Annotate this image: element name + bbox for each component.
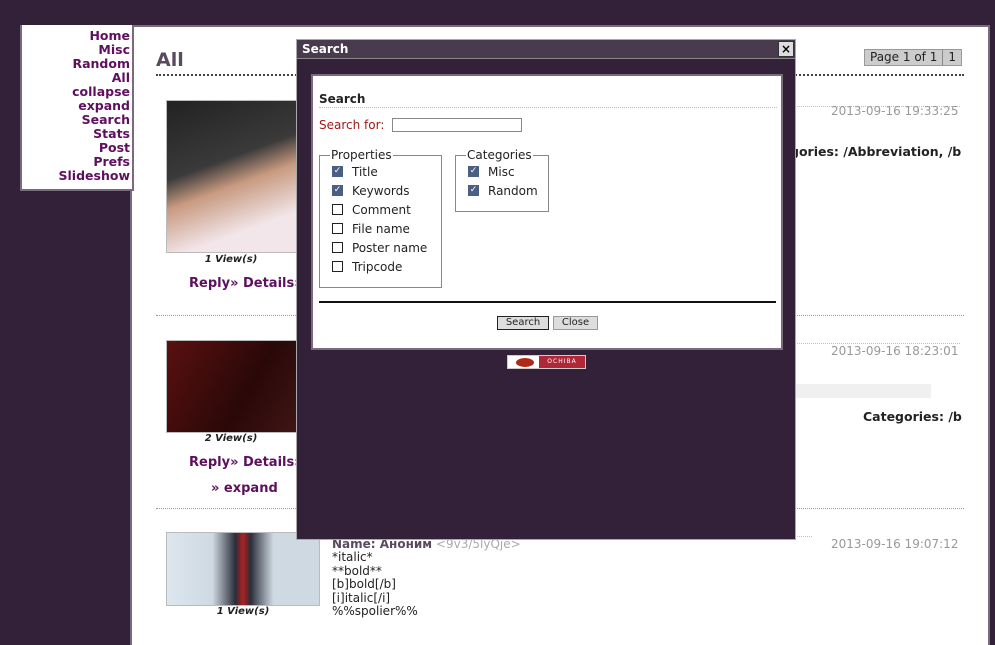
sidebar-item-all[interactable]: All	[22, 71, 130, 85]
properties-checkbox-tripcode[interactable]: Tripcode	[332, 257, 441, 276]
post-date: 2013-09-16 19:07:12	[831, 537, 959, 551]
body-line: [b]bold[/b]	[332, 577, 396, 592]
checkbox-label: Comment	[352, 202, 411, 217]
sidebar-item-stats[interactable]: Stats	[22, 127, 130, 141]
checkbox-unchecked-icon[interactable]	[332, 223, 343, 234]
post-date: 2013-09-16 19:33:25	[831, 104, 959, 118]
view-count: 1 View(s)	[216, 606, 270, 617]
close-icon[interactable]: ×	[778, 41, 794, 57]
search-form: Search Search for: Properties ✓ Title ✓ Key…	[311, 74, 783, 350]
properties-fieldset: Properties ✓ Title ✓ Keywords Comment File na…	[319, 148, 442, 288]
checkbox-label: Tripcode	[352, 259, 403, 274]
reply-details-links[interactable]: Reply» Details»	[189, 276, 303, 291]
heading-divider	[319, 107, 777, 108]
body-line: *italic*	[332, 550, 373, 564]
categories-checkbox-random[interactable]: ✓ Random	[468, 181, 548, 200]
view-count: 2 View(s)	[204, 433, 258, 444]
search-dialog: Search × Search Search for: Properties ✓…	[296, 39, 796, 540]
search-for-label: Search for:	[319, 118, 385, 132]
sidebar-item-slideshow[interactable]: Slideshow	[22, 169, 130, 183]
search-input[interactable]	[392, 118, 522, 132]
leaf-icon	[516, 357, 534, 367]
sidebar-item-prefs[interactable]: Prefs	[22, 155, 130, 169]
pagination: Page 1 of 1 1	[864, 49, 962, 66]
properties-checkbox-title[interactable]: ✓ Title	[332, 162, 441, 181]
ochiba-logo[interactable]: OCHIBA	[507, 355, 586, 369]
sidebar-nav: Home Misc Random All collapse expand Sea…	[20, 25, 134, 191]
categories-checkbox-misc[interactable]: ✓ Misc	[468, 162, 548, 181]
sidebar-item-home[interactable]: Home	[22, 29, 130, 43]
sidebar-item-collapse[interactable]: collapse	[22, 85, 130, 99]
form-divider	[319, 301, 776, 303]
checkbox-unchecked-icon[interactable]	[332, 261, 343, 272]
checkbox-label: File name	[352, 221, 410, 236]
sidebar-item-expand[interactable]: expand	[22, 99, 130, 113]
properties-legend: Properties	[331, 148, 392, 162]
dialog-titlebar[interactable]: Search ×	[297, 40, 795, 59]
checkbox-checked-icon[interactable]: ✓	[332, 166, 343, 177]
post-thumbnail[interactable]	[166, 100, 298, 253]
checkbox-label: Keywords	[352, 183, 410, 198]
sidebar-item-random[interactable]: Random	[22, 57, 130, 71]
dialog-title: Search	[302, 42, 349, 56]
checkbox-label: Misc	[488, 164, 515, 179]
checkbox-unchecked-icon[interactable]	[332, 242, 343, 253]
body-line: **bold**	[332, 563, 382, 578]
properties-checkbox-file-name[interactable]: File name	[332, 219, 441, 238]
checkbox-unchecked-icon[interactable]	[332, 204, 343, 215]
sidebar-item-post[interactable]: Post	[22, 141, 130, 155]
post-thumbnail[interactable]	[166, 340, 298, 433]
post-body: *italic* **bold** [b]bold[/b] [i]italic[…	[332, 550, 418, 619]
page-title: All	[156, 49, 184, 71]
checkbox-label: Poster name	[352, 240, 428, 255]
expand-link[interactable]: » expand	[211, 481, 278, 496]
checkbox-checked-icon[interactable]: ✓	[332, 185, 343, 196]
post-date: 2013-09-16 18:23:01	[831, 344, 959, 358]
post-thumbnail[interactable]	[166, 532, 320, 606]
form-heading: Search	[319, 92, 366, 106]
properties-checkbox-comment[interactable]: Comment	[332, 200, 441, 219]
properties-checkbox-poster-name[interactable]: Poster name	[332, 238, 441, 257]
page-link[interactable]: 1	[943, 50, 961, 65]
reply-details-links[interactable]: Reply» Details»	[189, 455, 303, 470]
checkbox-checked-icon[interactable]: ✓	[468, 185, 479, 196]
search-button[interactable]: Search	[497, 316, 549, 330]
body-line: %%spolier%%	[332, 604, 418, 619]
close-button[interactable]: Close	[553, 316, 598, 330]
sidebar-item-search[interactable]: Search	[22, 113, 130, 127]
categories-legend: Categories	[467, 148, 532, 162]
view-count: 1 View(s)	[204, 254, 258, 265]
checkbox-label: Random	[488, 183, 538, 198]
body-line: [i]italic[/i]	[332, 590, 391, 605]
sidebar-item-misc[interactable]: Misc	[22, 43, 130, 57]
properties-checkbox-keywords[interactable]: ✓ Keywords	[332, 181, 441, 200]
logo-text: OCHIBA	[539, 356, 585, 368]
post-categories: gories: /Abbreviation, /b	[790, 144, 962, 159]
post-categories: Categories: /b	[863, 409, 962, 424]
page-label: Page 1 of 1	[865, 50, 944, 65]
spoiler-block	[796, 384, 931, 398]
checkbox-label: Title	[352, 164, 378, 179]
checkbox-checked-icon[interactable]: ✓	[468, 166, 479, 177]
categories-fieldset: Categories ✓ Misc ✓ Random	[455, 148, 549, 212]
